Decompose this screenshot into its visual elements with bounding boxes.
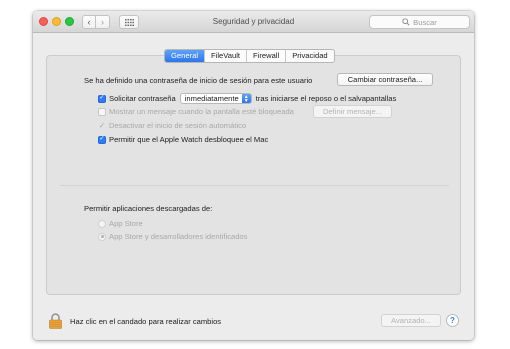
- popup-arrows-icon: ▲ ▼: [241, 94, 251, 103]
- advanced-button[interactable]: Avanzado...: [381, 314, 441, 327]
- password-status-text: Se ha definido una contraseña de inicio …: [84, 76, 313, 85]
- require-password-label: Solicitar contraseña: [109, 94, 176, 103]
- tab-privacidad[interactable]: Privacidad: [285, 50, 333, 62]
- show-message-label: Mostrar un mensaje cuando la pantalla es…: [109, 107, 294, 116]
- system-preferences-window: ‹ › Seguridad y privacidad Buscar Genera…: [33, 11, 474, 340]
- password-delay-select[interactable]: inmediatamente ▲ ▼: [179, 93, 252, 104]
- help-icon: ?: [450, 316, 455, 325]
- search-placeholder: Buscar: [413, 17, 437, 27]
- require-password-checkbox[interactable]: ✓: [98, 94, 106, 103]
- general-panel: Se ha definido una contraseña de inicio …: [46, 55, 461, 295]
- apple-watch-row: ✓ Permitir que el Apple Watch desbloquee…: [98, 135, 268, 144]
- lock-icon[interactable]: [49, 313, 62, 329]
- require-password-suffix: tras iniciarse el reposo o el salvapanta…: [255, 94, 397, 103]
- apple-watch-label: Permitir que el Apple Watch desbloquee e…: [109, 135, 269, 144]
- show-message-checkbox[interactable]: [98, 107, 106, 116]
- disable-autologin-row: ✓ Desactivar el inicio de sesión automát…: [98, 121, 246, 130]
- tab-general[interactable]: General: [165, 50, 205, 62]
- radio-app-store[interactable]: [98, 219, 106, 228]
- tab-filevault[interactable]: FileVault: [204, 50, 246, 62]
- downloads-heading: Permitir aplicaciones descargadas de:: [84, 204, 213, 213]
- disable-autologin-label: Desactivar el inicio de sesión automátic…: [109, 121, 247, 130]
- tab-firewall[interactable]: Firewall: [246, 50, 285, 62]
- radio-identified-row: App Store y desarrolladores identificado…: [98, 232, 247, 241]
- tab-bar: General FileVault Firewall Privacidad: [164, 49, 335, 63]
- show-message-row: Mostrar un mensaje cuando la pantalla es…: [98, 107, 294, 116]
- lock-hint-text: Haz clic en el candado para realizar cam…: [70, 317, 222, 326]
- search-field[interactable]: Buscar: [369, 15, 470, 29]
- radio-app-store-row: App Store: [98, 219, 143, 228]
- section-divider: [60, 185, 449, 186]
- apple-watch-checkbox[interactable]: ✓: [98, 135, 106, 144]
- radio-identified-label: App Store y desarrolladores identificado…: [109, 232, 248, 241]
- radio-app-store-label: App Store: [109, 219, 143, 228]
- password-delay-value: inmediatamente: [184, 94, 239, 103]
- set-message-button[interactable]: Definir mensaje...: [313, 105, 392, 118]
- disable-autologin-checkbox[interactable]: ✓: [98, 122, 106, 130]
- radio-identified-developers[interactable]: [98, 232, 106, 241]
- require-password-row: ✓ Solicitar contraseña inmediatamente ▲ ▼…: [98, 93, 396, 104]
- help-button[interactable]: ?: [446, 314, 459, 327]
- change-password-button[interactable]: Cambiar contraseña...: [337, 73, 433, 86]
- search-icon: [402, 18, 410, 26]
- title-bar: ‹ › Seguridad y privacidad Buscar: [33, 11, 474, 33]
